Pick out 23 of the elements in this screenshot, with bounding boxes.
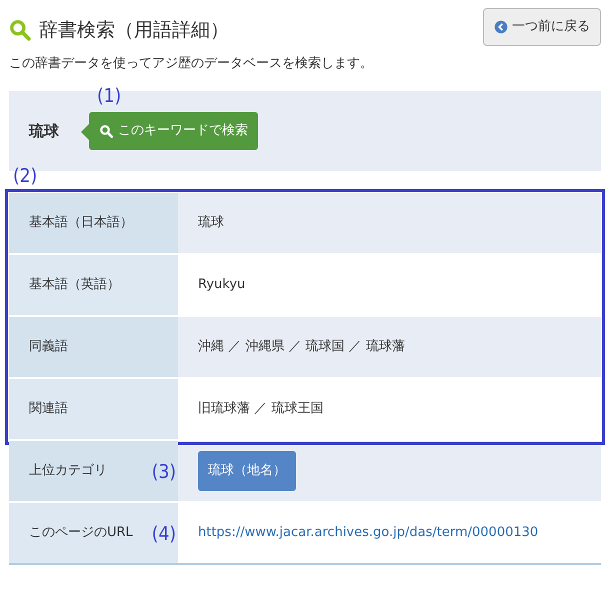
description: この辞書データを使ってアジ歴のデータベースを検索します。: [9, 54, 374, 72]
search-icon: [99, 124, 114, 138]
row-label: 基本語（日本語）: [29, 214, 133, 232]
annotation-label: (4): [152, 525, 176, 544]
row-value: 旧琉球藩 ／ 琉球王国: [198, 400, 324, 418]
row-label: 基本語（英語）: [29, 276, 120, 294]
row-value: Ryukyu: [198, 276, 246, 294]
row-label: 同義語: [29, 338, 68, 356]
page-title: 辞書検索（用語詳細）: [39, 18, 229, 43]
row-label: 上位カテゴリ: [29, 462, 107, 480]
annotation-label: (2): [13, 167, 38, 186]
chevron-left-icon: [494, 20, 508, 34]
row-label: 関連語: [29, 400, 68, 418]
row-value: 琉球: [198, 214, 224, 232]
annotation-label: (1): [97, 87, 122, 106]
search-icon: [9, 19, 31, 42]
back-button[interactable]: 一つ前に戻る: [483, 8, 601, 46]
page-url-link[interactable]: https://www.jacar.archives.go.jp/das/term/00000130: [198, 523, 538, 543]
keyword-term: 琉球: [29, 120, 59, 142]
row-value: 沖縄 ／ 沖縄県 ／ 琉球国 ／ 琉球藩: [198, 338, 405, 356]
row-label: このページのURL: [29, 524, 133, 542]
annotation-label: (3): [152, 463, 176, 482]
category-tag[interactable]: 琉球（地名）: [198, 451, 296, 491]
